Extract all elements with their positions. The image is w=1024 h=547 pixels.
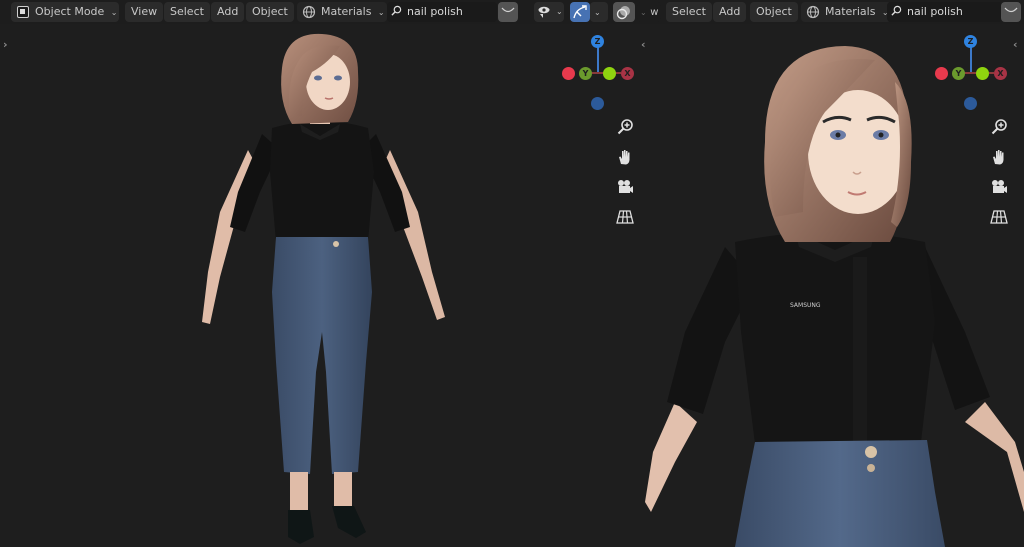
shading-dropdown-left[interactable]: Materials ⌄: [297, 2, 387, 22]
viewport-header: Object Mode ⌄ View Select Add Object Mat…: [0, 0, 1024, 24]
gizmo-y-axis[interactable]: Y: [579, 67, 592, 80]
shading-dropdown-right[interactable]: Materials ⌄: [801, 2, 891, 22]
shirt: [735, 232, 935, 444]
chevron-down-icon: ⌄: [594, 8, 601, 17]
menu-select-right[interactable]: Select: [666, 2, 712, 22]
chevron-down-icon: ⌄: [110, 8, 118, 17]
eye-filter-icon: [537, 5, 551, 26]
pan-hand-icon[interactable]: [990, 148, 1008, 166]
pants-button: [865, 446, 877, 458]
menu-select[interactable]: Select: [164, 2, 210, 22]
overlay-dropdown[interactable]: ⌄ w: [637, 2, 661, 22]
chevron-down-icon: ⌄: [640, 8, 647, 17]
gizmo-dropdown[interactable]: ⌄: [590, 2, 608, 22]
gizmo-x-axis[interactable]: X: [994, 67, 1007, 80]
search-options-button-right[interactable]: [1001, 2, 1021, 22]
perspective-grid-icon[interactable]: [616, 208, 634, 226]
chevron-down-icon: [501, 7, 515, 13]
shirt: [270, 121, 374, 242]
gizmo-z-axis[interactable]: Z: [964, 35, 977, 48]
zoom-icon[interactable]: [990, 118, 1008, 136]
search-value: nail polish: [907, 5, 963, 18]
perspective-grid-icon[interactable]: [990, 208, 1008, 226]
overlay-toggle-button[interactable]: [613, 2, 635, 22]
chevron-down-icon: [1004, 7, 1018, 13]
search-input-right[interactable]: nail polish: [887, 2, 1002, 22]
blender-window: Object Mode ⌄ View Select Add Object Mat…: [0, 0, 1024, 547]
camera-view-icon[interactable]: [990, 178, 1008, 196]
gizmo-y-axis[interactable]: Y: [952, 67, 965, 80]
gizmo-neg-y-axis[interactable]: [976, 67, 989, 80]
menu-add-right[interactable]: Add: [713, 2, 747, 22]
shading-label: Materials: [321, 5, 372, 18]
chevron-down-icon: ⌄: [556, 7, 563, 16]
left-shoe: [288, 510, 314, 544]
pan-hand-icon[interactable]: [616, 148, 634, 166]
character-full-body: [202, 33, 445, 544]
menu-object[interactable]: Object: [246, 2, 294, 22]
pants: [735, 440, 945, 547]
mode-dropdown[interactable]: Object Mode ⌄: [11, 2, 119, 22]
right-shoe: [332, 506, 366, 538]
gizmo-neg-x-axis[interactable]: [562, 67, 575, 80]
gizmo-neg-x-axis[interactable]: [935, 67, 948, 80]
gizmo-neg-y-axis[interactable]: [603, 67, 616, 80]
search-options-button-left[interactable]: [498, 2, 518, 22]
globe-icon: [302, 5, 316, 19]
mode-label: Object Mode: [35, 5, 105, 18]
search-input-left[interactable]: nail polish: [387, 2, 497, 22]
search-value: nail polish: [407, 5, 463, 18]
shading-label: Materials: [825, 5, 876, 18]
gizmo-toggle-button[interactable]: [570, 2, 590, 22]
object-mode-icon: [17, 6, 29, 18]
truncated-menu-label: w: [650, 7, 659, 18]
viewport-left[interactable]: › ‹›: [0, 24, 645, 547]
search-icon: [391, 5, 402, 16]
gizmo-neg-z-axis[interactable]: [591, 97, 604, 110]
gizmo-z-axis[interactable]: Z: [591, 35, 604, 48]
globe-icon: [806, 5, 820, 19]
gizmo-x-axis[interactable]: X: [621, 67, 634, 80]
svg-text:SAMSUNG: SAMSUNG: [790, 302, 821, 309]
chevron-down-icon: ⌄: [377, 8, 385, 17]
search-icon: [891, 5, 902, 16]
pants: [272, 237, 372, 474]
visibility-filter-dropdown[interactable]: ⌄: [534, 2, 564, 22]
navigation-gizmo-left[interactable]: Z Y X: [555, 30, 645, 120]
menu-view[interactable]: View: [125, 2, 164, 22]
camera-view-icon[interactable]: [616, 178, 634, 196]
gizmo-neg-z-axis[interactable]: [964, 97, 977, 110]
zoom-icon[interactable]: [616, 118, 634, 136]
toolbar-toggle-arrow[interactable]: ›: [3, 38, 8, 51]
menu-object-right[interactable]: Object: [750, 2, 798, 22]
menu-add[interactable]: Add: [211, 2, 245, 22]
navigation-gizmo-right[interactable]: Z Y X: [928, 30, 1018, 120]
